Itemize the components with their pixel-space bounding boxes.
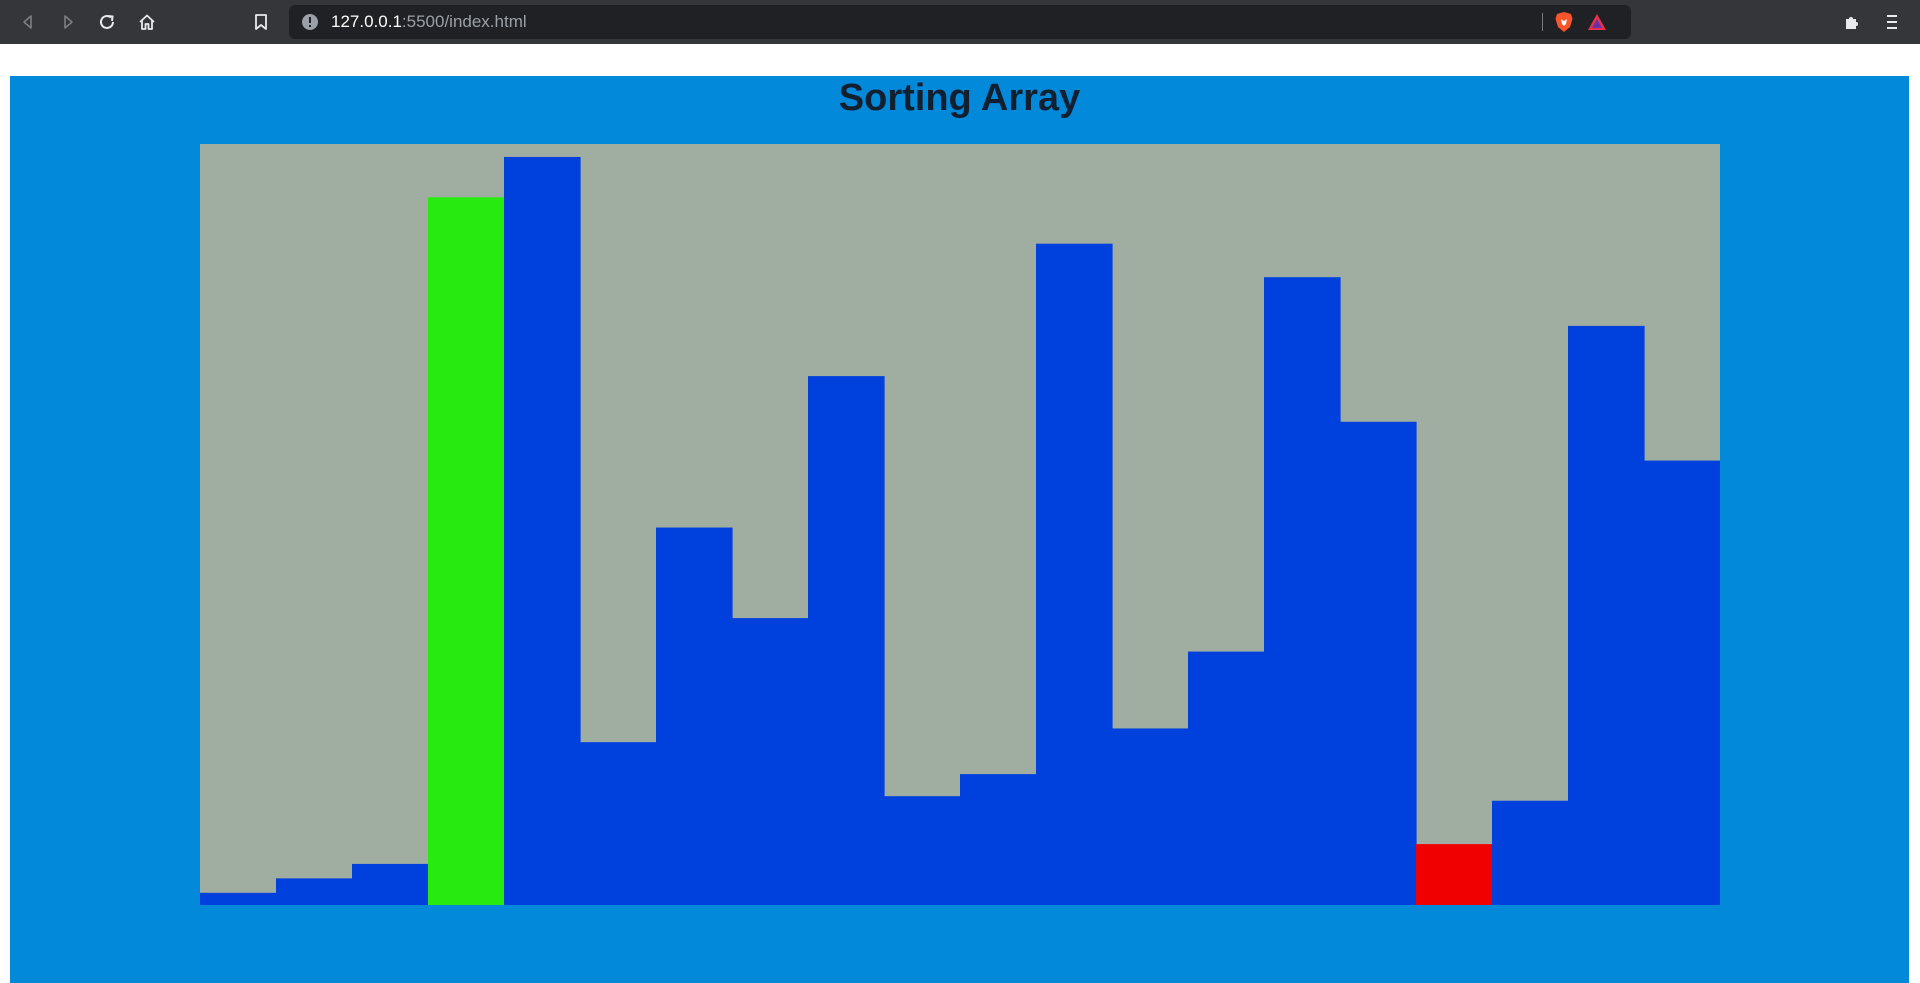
extensions-icon[interactable] [1838, 8, 1866, 36]
reload-icon[interactable] [93, 8, 121, 36]
brave-shield-icon[interactable] [1553, 11, 1575, 33]
url-text[interactable]: 127.0.0.1:5500/index.html [331, 5, 527, 39]
bar-12 [1112, 728, 1189, 905]
bar-7 [732, 618, 809, 905]
bar-14 [1264, 277, 1341, 905]
bar-0 [200, 892, 277, 905]
menu-icon[interactable] [1878, 8, 1906, 36]
bar-16 [1416, 844, 1493, 905]
brave-rewards-icon[interactable] [1586, 11, 1608, 33]
bar-17 [1492, 800, 1569, 905]
info-icon[interactable] [301, 13, 319, 31]
url-host: 127.0.0.1 [331, 12, 402, 31]
bar-18 [1568, 325, 1645, 905]
address-bar[interactable]: 127.0.0.1:5500/index.html [289, 5, 1631, 39]
bar-chart-area [200, 144, 1720, 905]
bar-3 [428, 197, 505, 905]
bar-19 [1644, 460, 1720, 905]
forward-icon[interactable] [54, 8, 82, 36]
bar-2 [352, 863, 429, 905]
browser-toolbar: 127.0.0.1:5500/index.html [0, 0, 1920, 44]
bar-9 [884, 796, 961, 905]
bar-10 [960, 774, 1037, 905]
bar-8 [808, 376, 885, 905]
page-title: Sorting Array [838, 77, 1081, 119]
bar-6 [656, 527, 733, 905]
bar-13 [1188, 651, 1265, 905]
bar-5 [580, 742, 657, 905]
sorting-visualizer: Sorting Array [10, 76, 1909, 983]
url-path: :5500/index.html [401, 12, 527, 31]
bar-4 [504, 156, 581, 905]
bar-1 [276, 878, 353, 905]
bar-11 [1036, 243, 1113, 905]
back-icon[interactable] [14, 8, 42, 36]
address-divider [1542, 13, 1543, 31]
bar-15 [1340, 421, 1417, 905]
bookmark-icon[interactable] [247, 8, 275, 36]
home-icon[interactable] [133, 8, 161, 36]
bar-chart [200, 156, 1720, 905]
page-top-margin [0, 44, 1920, 76]
